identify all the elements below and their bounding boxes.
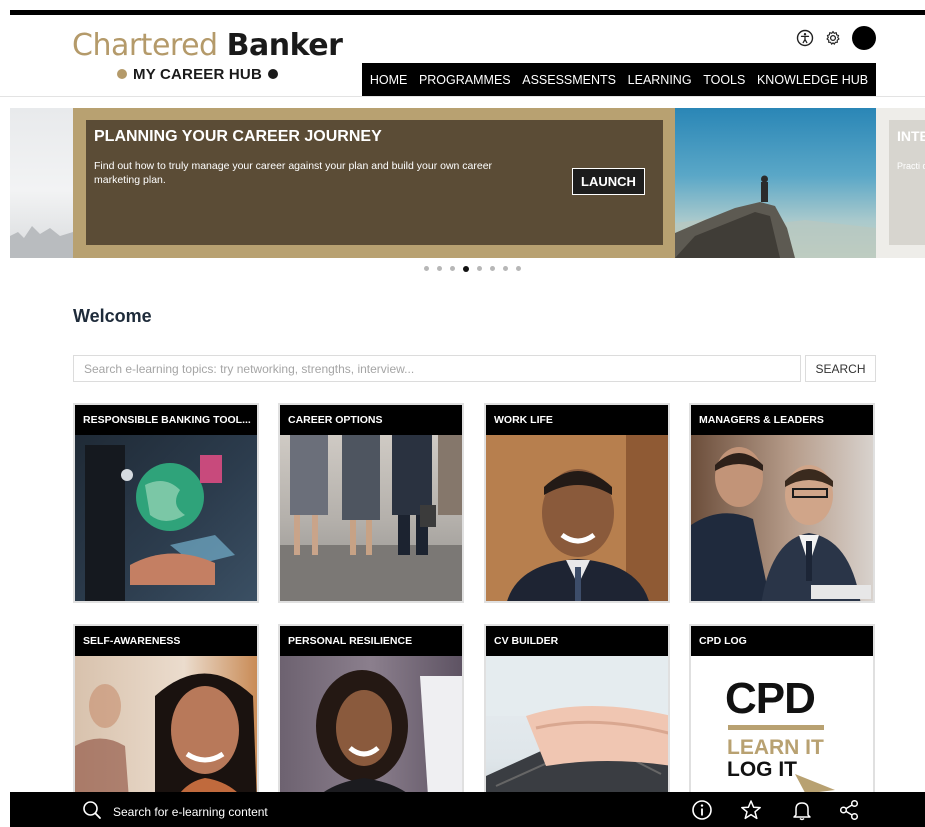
nav-item-home[interactable]: HOME [370,73,408,87]
nav-item-tools[interactable]: TOOLS [703,73,745,87]
carousel-dot[interactable] [516,266,521,271]
nav-item-assessments[interactable]: ASSESSMENTS [522,73,616,87]
cpd-graphic-underline [728,725,824,730]
logo-subtitle: MY CAREER HUB [117,66,279,83]
carousel-dot[interactable] [490,266,495,271]
utility-icons [796,25,876,51]
card-title: MANAGERS & LEADERS [691,405,873,435]
bell-icon[interactable] [791,799,813,821]
hero-next-slide[interactable]: INTE Practi quest [876,108,925,258]
carousel-dot[interactable] [477,266,482,271]
carousel-dot[interactable] [503,266,508,271]
avatar[interactable] [852,26,876,50]
card-responsible-banking[interactable]: RESPONSIBLE BANKING TOOL... [73,403,259,603]
share-icon[interactable] [838,799,860,821]
card-image-smiling-man [486,435,668,601]
logo-word-banker: Banker [226,28,343,63]
nav-item-programmes[interactable]: PROGRAMMES [419,73,511,87]
search-button[interactable]: SEARCH [805,355,876,382]
card-title: CAREER OPTIONS [280,405,462,435]
carousel-dot[interactable] [424,266,429,271]
hero-description: Find out how to truly manage your career… [94,160,493,186]
hero-title: PLANNING YOUR CAREER JOURNEY [94,128,382,145]
cpd-graphic-log-it: LOG IT [727,758,797,781]
cpd-graphic-cpd: CPD [725,674,816,723]
carousel-dot[interactable] [463,265,469,272]
card-title: CV BUILDER [486,626,668,656]
cpd-graphic-learn-it: LEARN IT [727,736,824,759]
card-work-life[interactable]: WORK LIFE [484,403,670,603]
card-title: CPD LOG [691,626,873,656]
main-nav: HOME PROGRAMMES ASSESSMENTS LEARNING TOO… [362,63,876,96]
logo-dot-gold [117,69,127,79]
card-career-options[interactable]: CAREER OPTIONS [278,403,464,603]
hero-next-description: Practi quest [897,161,925,171]
carousel-dot[interactable] [450,266,455,271]
search-icon[interactable] [82,800,102,820]
info-icon[interactable] [691,799,713,821]
card-title: PERSONAL RESILIENCE [280,626,462,656]
star-icon[interactable] [740,799,762,821]
card-managers-leaders[interactable]: MANAGERS & LEADERS [689,403,875,603]
brand-logo[interactable]: Chartered Banker MY CAREER HUB [72,29,347,89]
card-image-seated-people [280,435,462,601]
hero-carousel: PLANNING YOUR CAREER JOURNEY Find out ho… [0,108,925,258]
logo-subtitle-text: MY CAREER HUB [133,66,263,83]
card-title: SELF-AWARENESS [75,626,257,656]
carousel-dot[interactable] [437,266,442,271]
logo-word-chartered: Chartered [72,28,218,63]
card-title: WORK LIFE [486,405,668,435]
logo-title: Chartered Banker [72,29,347,63]
hero-prev-slide-image [10,108,73,258]
header: Chartered Banker MY CAREER HUB HOME PROG… [0,15,925,97]
welcome-heading: Welcome [73,306,152,326]
search-input[interactable] [73,355,801,382]
nav-item-learning[interactable]: LEARNING [628,73,692,87]
card-title: RESPONSIBLE BANKING TOOL... [75,405,257,435]
settings-icon[interactable] [824,29,842,47]
launch-button[interactable]: LAUNCH [572,168,645,195]
logo-dot-black [268,69,279,79]
card-image-business-men [691,435,873,601]
hero-mountain-image [675,108,876,258]
hero-next-title: INTE [897,128,925,144]
accessibility-icon[interactable] [796,29,814,47]
bottom-bar: Search for e-learning content [10,792,925,827]
carousel-dots [424,265,529,272]
bottom-search-label[interactable]: Search for e-learning content [113,805,268,819]
card-image-globe [75,435,257,601]
nav-item-knowledge-hub[interactable]: KNOWLEDGE HUB [757,73,868,87]
